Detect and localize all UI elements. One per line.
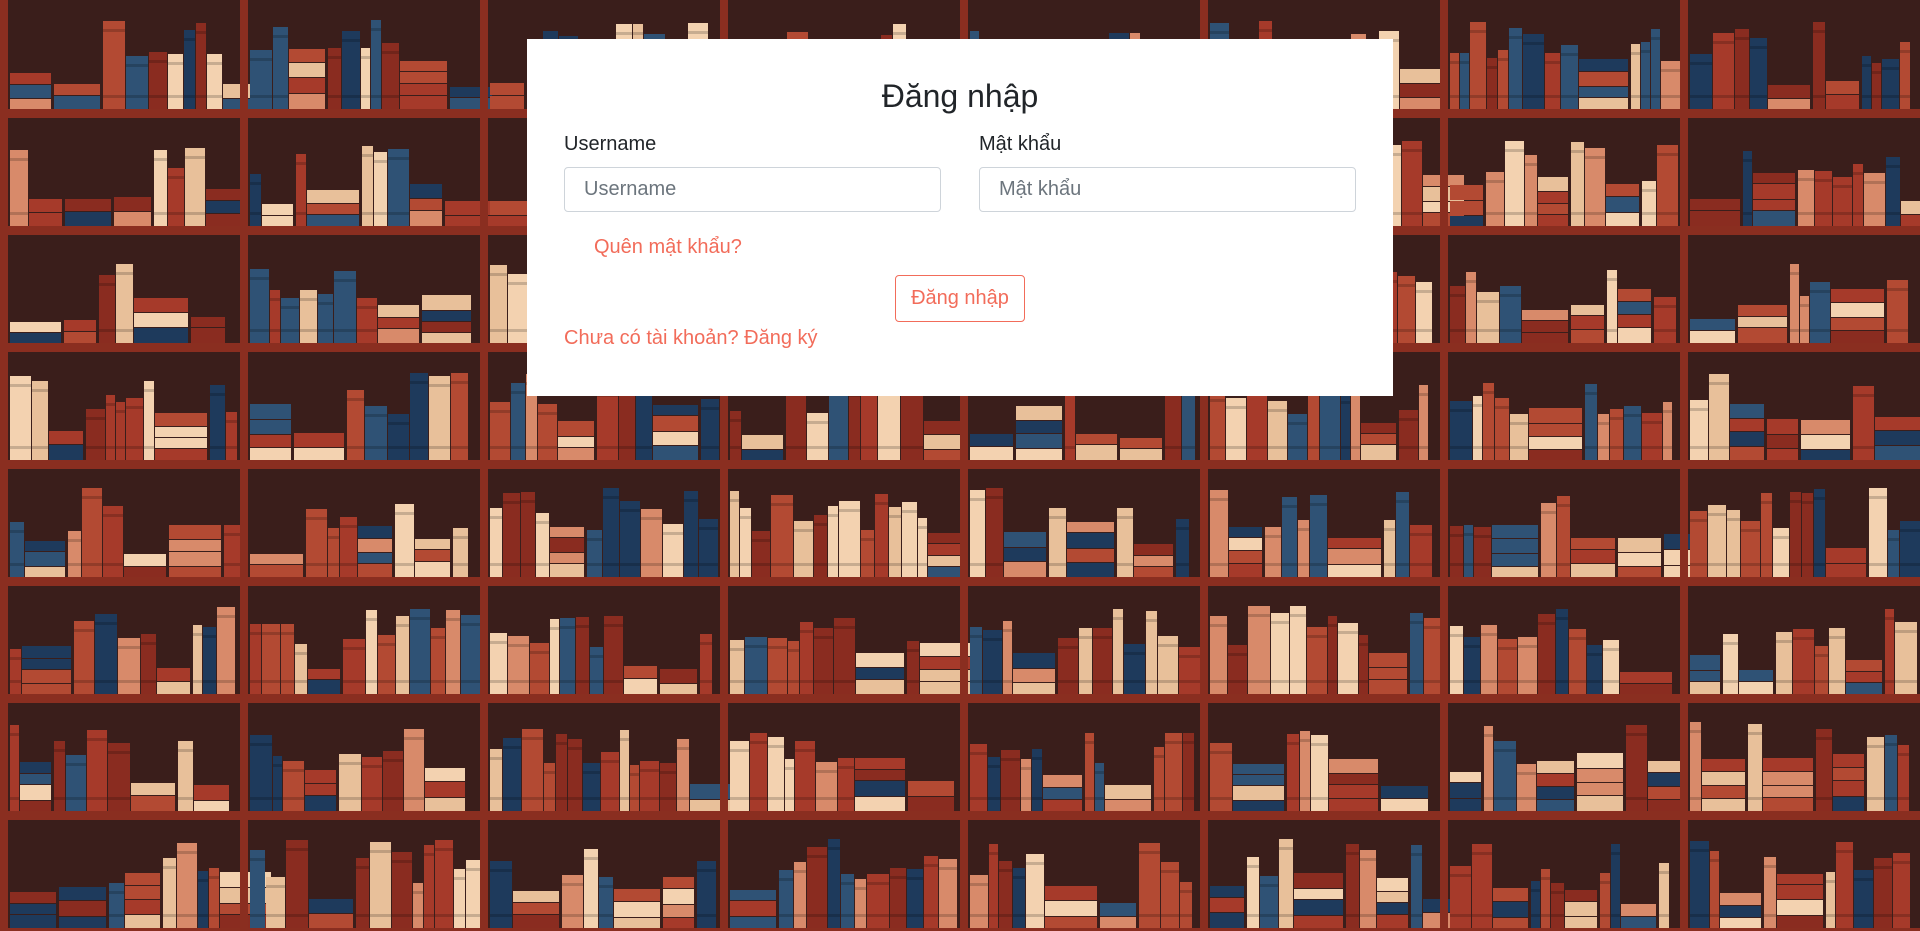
password-field-group: Mật khẩu	[979, 129, 1356, 212]
password-input[interactable]	[979, 167, 1356, 212]
password-label: Mật khẩu	[979, 133, 1062, 155]
username-field-group: Username	[564, 129, 941, 212]
login-card: Đăng nhập Username Mật khẩu Quên mật khẩ…	[527, 39, 1393, 396]
login-button[interactable]: Đăng nhập	[895, 275, 1025, 322]
username-label: Username	[564, 133, 657, 155]
register-line: Chưa có tài khoản? Đăng ký	[564, 323, 1356, 353]
forgot-password-link[interactable]: Quên mật khẩu?	[594, 232, 742, 262]
username-input[interactable]	[564, 167, 941, 212]
credentials-row: Username Mật khẩu	[564, 129, 1356, 212]
page-title: Đăng nhập	[881, 78, 1039, 114]
register-link[interactable]: Chưa có tài khoản? Đăng ký	[564, 327, 818, 349]
submit-wrap: Đăng nhập	[564, 275, 1356, 322]
